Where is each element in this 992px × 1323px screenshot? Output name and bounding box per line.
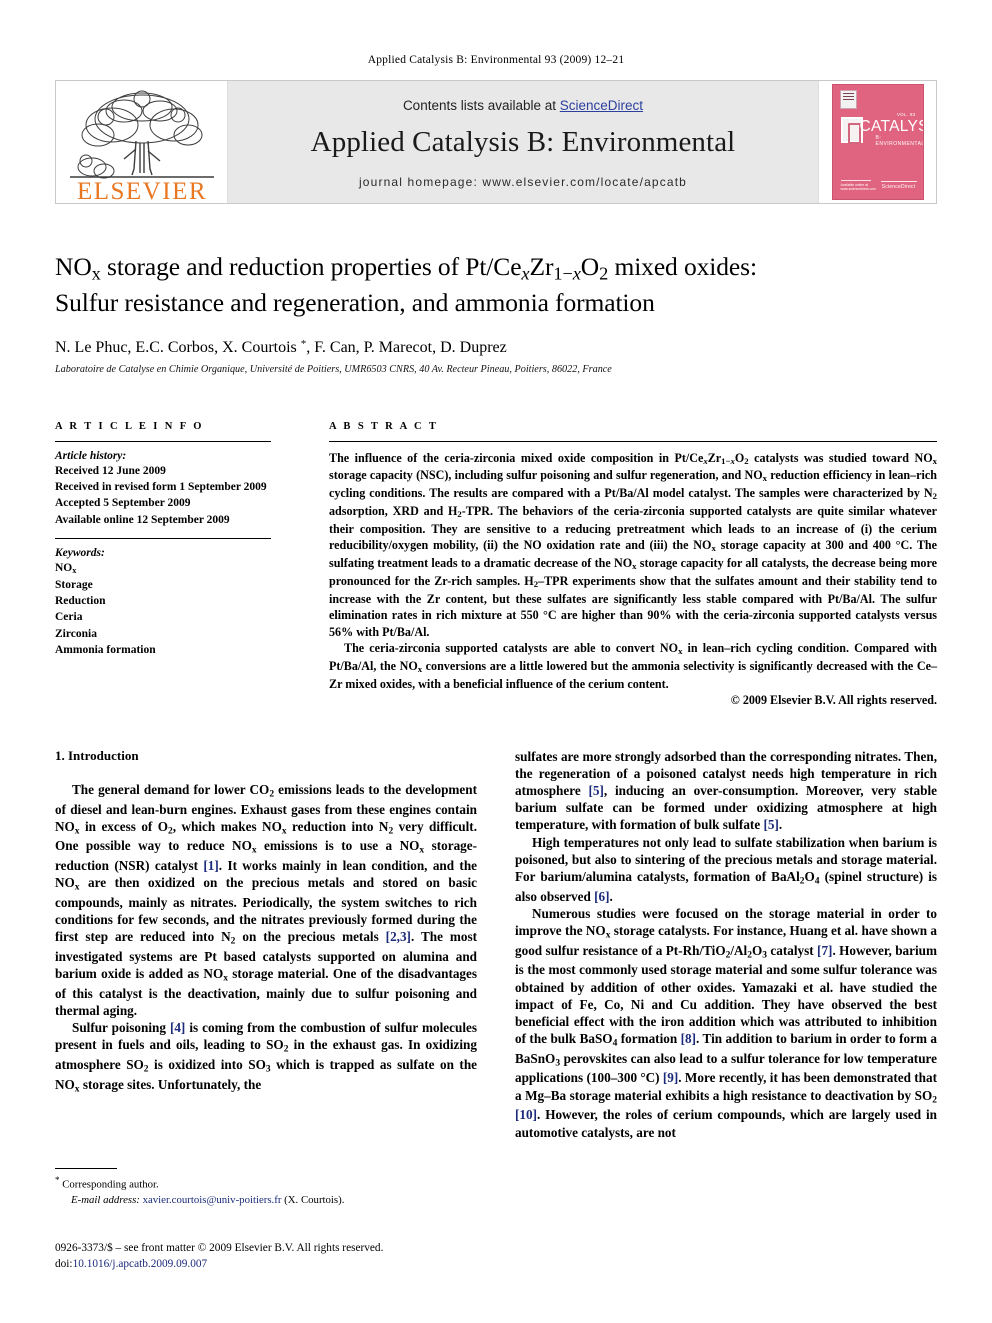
sciencedirect-link[interactable]: ScienceDirect xyxy=(560,98,643,113)
page-footer: 0926-3373/$ – see front matter © 2009 El… xyxy=(55,1240,525,1273)
doi-line: doi:10.1016/j.apcatb.2009.09.007 xyxy=(55,1256,525,1272)
article-history-item: Received 12 June 2009 xyxy=(55,464,166,477)
keyword-item: Storage xyxy=(55,578,93,591)
keywords-title: Keywords: xyxy=(55,546,105,559)
citation-ref[interactable]: [10] xyxy=(515,1107,537,1122)
contents-available-line: Contents lists available at ScienceDirec… xyxy=(403,98,643,113)
abstract-paragraph-1: The influence of the ceria-zirconia mixe… xyxy=(329,450,937,639)
section-heading-introduction: 1. Introduction xyxy=(55,747,139,763)
affiliation: Laboratoire de Catalyse en Chimie Organi… xyxy=(55,363,612,375)
asterisk-icon: * xyxy=(55,1175,60,1185)
article-history-item: Accepted 5 September 2009 xyxy=(55,497,191,510)
email-suffix: (X. Courtois). xyxy=(281,1193,345,1206)
article-history-item: Received in revised form 1 September 200… xyxy=(55,480,267,493)
article-info-label: A R T I C L E I N F O xyxy=(55,420,204,432)
keyword-item: Reduction xyxy=(55,594,106,607)
issn-copyright-line: 0926-3373/$ – see front matter © 2009 El… xyxy=(55,1242,384,1254)
keyword-item: Ammonia formation xyxy=(55,643,156,656)
footnote-rule xyxy=(55,1168,117,1169)
cover-subtitle-text: B: ENVIRONMENTAL xyxy=(875,135,924,147)
keywords-rule xyxy=(55,537,271,539)
doi-link[interactable]: 10.1016/j.apcatb.2009.09.007 xyxy=(73,1258,208,1270)
email-link[interactable]: xavier.courtois@univ-poitiers.fr xyxy=(143,1194,282,1206)
journal-title: Applied Catalysis B: Environmental xyxy=(310,125,736,158)
keyword-item: Zirconia xyxy=(55,627,97,640)
journal-homepage[interactable]: journal homepage: www.elsevier.com/locat… xyxy=(359,175,687,189)
corresponding-author-note: * Corresponding author. xyxy=(55,1175,159,1191)
journal-masthead: ELSEVIER Contents lists available at Sci… xyxy=(55,80,937,204)
abstract-copyright: © 2009 Elsevier B.V. All rights reserved… xyxy=(730,692,937,707)
body-paragraph: Sulfur poisoning [4] is coming from the … xyxy=(55,1020,478,1095)
article-info-rule xyxy=(55,440,271,442)
body-paragraph: Numerous studies were focused on the sto… xyxy=(515,905,938,1140)
cover-availability-text: Available online at www.sciencedirect.co… xyxy=(840,179,876,192)
doi-prefix: doi: xyxy=(55,1258,73,1271)
cover-sciencedirect-mark: ScienceDirect xyxy=(880,181,917,190)
article-history-item: Available online 12 September 2009 xyxy=(55,513,230,526)
abstract-rule xyxy=(329,440,937,442)
abstract-label: A B S T R A C T xyxy=(329,420,439,432)
body-column-right: sulfates are more strongly adsorbed than… xyxy=(515,748,937,1141)
citation-ref[interactable]: [5] xyxy=(588,783,603,798)
page-title: NOx storage and reduction properties of … xyxy=(55,252,757,318)
corresponding-author-email: E-mail address: xavier.courtois@univ-poi… xyxy=(55,1193,475,1208)
article-info-column: A R T I C L E I N F O Article history: R… xyxy=(55,421,293,708)
citation-ref[interactable]: [8] xyxy=(681,1031,696,1046)
body-paragraph: High temperatures not only lead to sulfa… xyxy=(515,834,937,904)
author-list: N. Le Phuc, E.C. Corbos, X. Courtois *, … xyxy=(55,337,507,356)
paper-page: Applied Catalysis B: Environmental 93 (2… xyxy=(0,0,992,1323)
body-paragraph: sulfates are more strongly adsorbed than… xyxy=(515,748,937,833)
page-title-line2: Sulfur resistance and regeneration, and … xyxy=(55,288,655,318)
citation-ref[interactable]: [2,3] xyxy=(386,929,411,944)
article-history-title: Article history: xyxy=(55,449,127,462)
cover-elsevier-icon xyxy=(839,90,857,109)
abstract-text: The influence of the ceria-zirconia mixe… xyxy=(329,450,937,692)
keyword-item: NOx xyxy=(55,561,77,575)
info-abstract-region: A R T I C L E I N F O Article history: R… xyxy=(55,421,937,708)
title-block: NOx storage and reduction properties of … xyxy=(55,250,937,375)
citation-ref[interactable]: [5] xyxy=(763,817,778,832)
elsevier-logo-panel: ELSEVIER xyxy=(56,81,228,203)
email-label: E-mail address: xyxy=(71,1193,140,1206)
journal-cover-thumbnail: VOL. 93 CATALYSIS B: ENVIRONMENTAL Avail… xyxy=(831,84,924,200)
masthead-center: Contents lists available at ScienceDirec… xyxy=(228,81,818,203)
citation-ref[interactable]: [7] xyxy=(817,943,832,958)
elsevier-wordmark: ELSEVIER xyxy=(76,178,206,203)
citation-ref[interactable]: [9] xyxy=(663,1070,678,1085)
citation-ref[interactable]: [1] xyxy=(203,858,218,873)
cover-title-text: CATALYSIS xyxy=(859,118,923,135)
cover-sciencedirect-text: ScienceDirect xyxy=(881,184,916,190)
body-columns: 1. Introduction The general demand for l… xyxy=(55,748,937,1141)
footnote-block: * Corresponding author. E-mail address: … xyxy=(55,1168,475,1208)
citation-ref[interactable]: [6] xyxy=(594,889,609,904)
keyword-item: Ceria xyxy=(55,611,83,624)
abstract-column: A B S T R A C T The influence of the cer… xyxy=(293,421,937,708)
abstract-paragraph-2: The ceria-zirconia supported catalysts a… xyxy=(329,640,938,691)
cover-volume-text: VOL. 93 xyxy=(896,112,916,117)
running-head: Applied Catalysis B: Environmental 93 (2… xyxy=(367,54,625,66)
citation-ref[interactable]: [4] xyxy=(170,1020,185,1035)
elsevier-tree-icon: ELSEVIER xyxy=(69,90,214,203)
body-paragraph: The general demand for lower CO2 emissio… xyxy=(55,781,478,1019)
journal-cover-panel: VOL. 93 CATALYSIS B: ENVIRONMENTAL Avail… xyxy=(818,81,936,203)
contents-prefix: Contents lists available at xyxy=(402,97,560,113)
body-column-left: 1. Introduction The general demand for l… xyxy=(55,748,477,1141)
